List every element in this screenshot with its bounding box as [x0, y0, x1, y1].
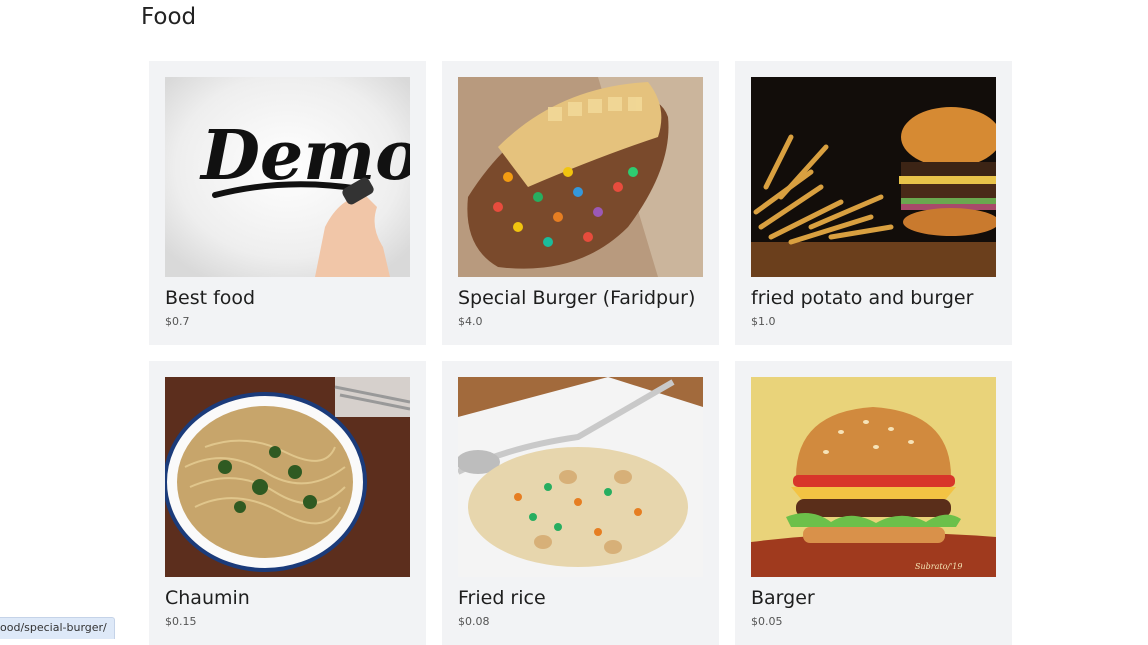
food-image[interactable]: Subrato/'19 [751, 377, 996, 577]
food-image[interactable]: Demo [165, 77, 410, 277]
food-card[interactable]: Fried rice $0.08 [442, 361, 719, 645]
food-name[interactable]: fried potato and burger [751, 287, 973, 309]
svg-text:Subrato/'19: Subrato/'19 [915, 562, 962, 571]
food-price: $0.7 [165, 315, 190, 328]
status-bar-link: ood/special-burger/ [0, 617, 115, 639]
food-card[interactable]: Subrato/'19 Barger $0.05 [735, 361, 1012, 645]
food-name[interactable]: Special Burger (Faridpur) [458, 287, 695, 309]
food-name[interactable]: Chaumin [165, 587, 250, 609]
food-card[interactable]: fried potato and burger $1.0 [735, 61, 1012, 345]
food-card[interactable]: Chaumin $0.15 [149, 361, 426, 645]
food-name[interactable]: Barger [751, 587, 815, 609]
food-price: $0.15 [165, 615, 197, 628]
food-image[interactable] [751, 77, 996, 277]
food-name[interactable]: Best food [165, 287, 255, 309]
food-card[interactable]: Special Burger (Faridpur) $4.0 [442, 61, 719, 345]
food-name[interactable]: Fried rice [458, 587, 546, 609]
food-image[interactable] [458, 77, 703, 277]
food-image[interactable] [165, 377, 410, 577]
food-grid: Demo Best food $0.7 Special Burger (Fari… [0, 0, 1148, 645]
food-price: $0.08 [458, 615, 490, 628]
food-image[interactable] [458, 377, 703, 577]
food-card[interactable]: Demo Best food $0.7 [149, 61, 426, 345]
food-price: $1.0 [751, 315, 776, 328]
food-price: $4.0 [458, 315, 483, 328]
food-price: $0.05 [751, 615, 783, 628]
